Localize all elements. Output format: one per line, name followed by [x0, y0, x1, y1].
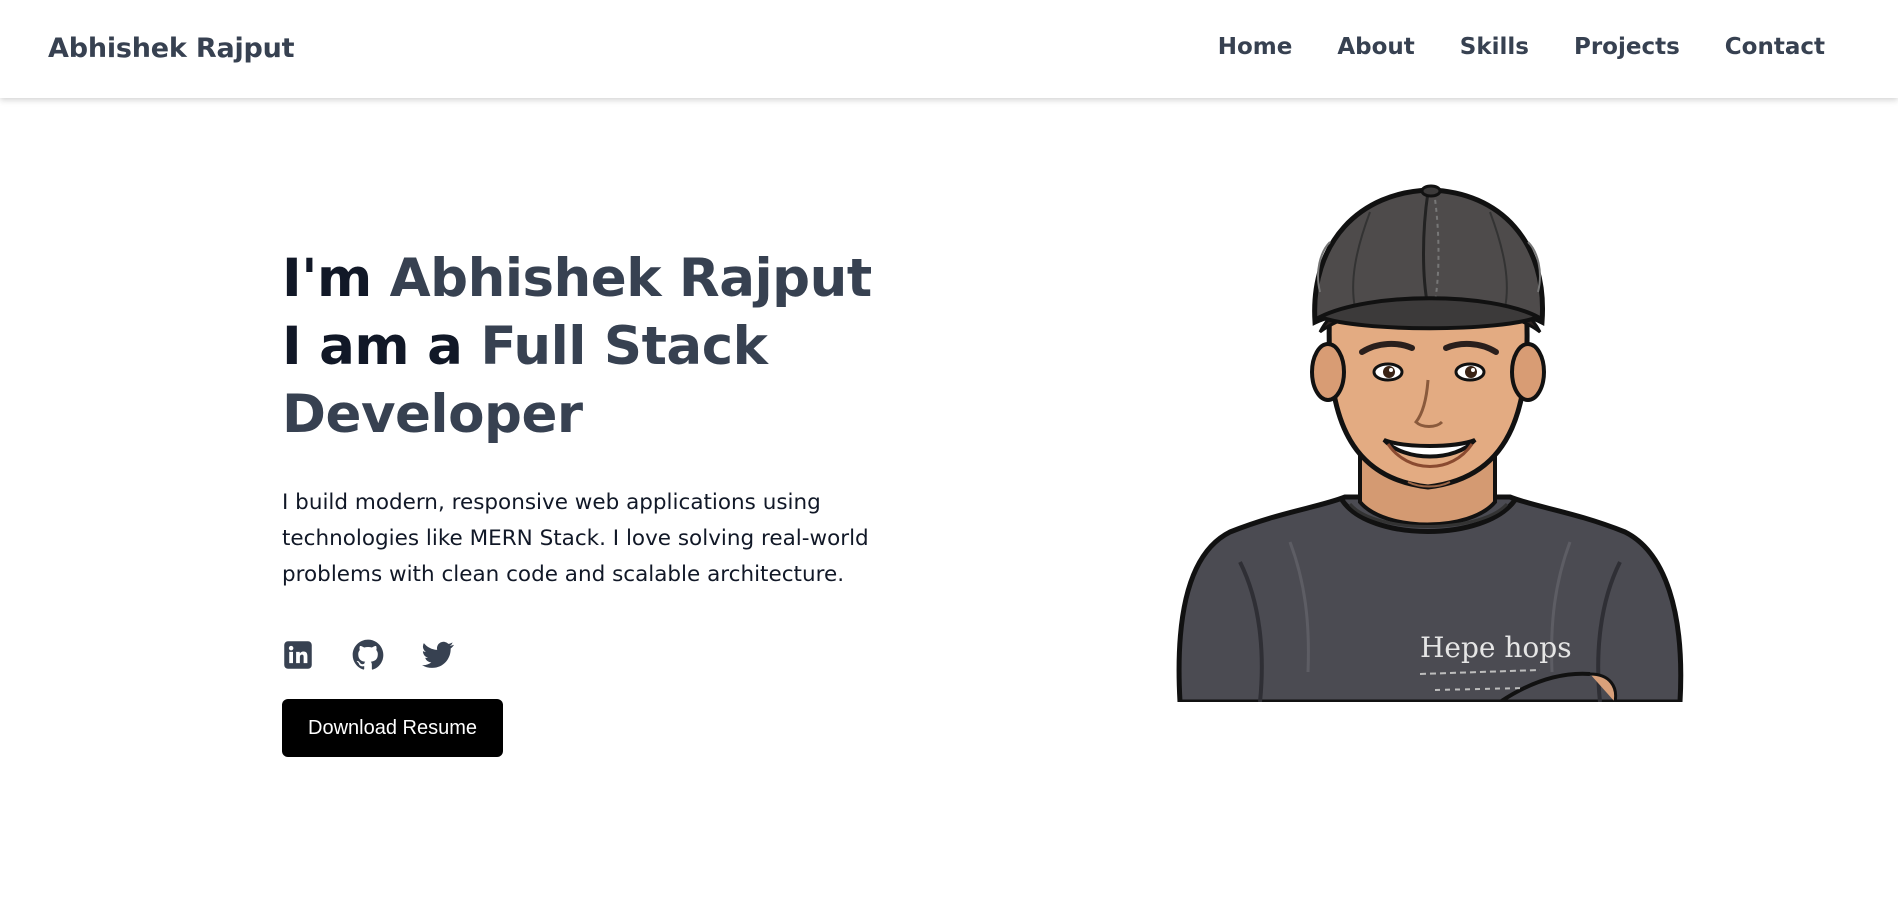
- hero-section: I'm Abhishek Rajput I am a Full Stack De…: [282, 245, 962, 757]
- brand-logo[interactable]: Abhishek Rajput: [48, 33, 295, 64]
- github-icon: [352, 639, 384, 670]
- navbar: Abhishek Rajput Home About Skills Projec…: [0, 0, 1898, 98]
- nav-link-skills[interactable]: Skills: [1460, 34, 1529, 60]
- avatar-svg: Hepe hops: [1176, 184, 1684, 702]
- social-links: [282, 639, 962, 671]
- nav-link-home[interactable]: Home: [1218, 34, 1293, 60]
- headline-name: Abhishek Rajput: [389, 248, 873, 309]
- avatar-illustration: Hepe hops: [1170, 182, 1690, 702]
- avatar-shirt-text: Hepe hops: [1420, 631, 1572, 664]
- nav-link-about[interactable]: About: [1337, 34, 1414, 60]
- twitter-icon: [422, 641, 454, 668]
- nav-link-contact[interactable]: Contact: [1725, 34, 1825, 60]
- github-link[interactable]: [352, 639, 384, 671]
- nav-link-projects[interactable]: Projects: [1574, 34, 1680, 60]
- hero-bio: I build modern, responsive web applicati…: [282, 490, 869, 587]
- download-resume-button[interactable]: Download Resume: [282, 699, 503, 757]
- hero-headline: I'm Abhishek Rajput I am a Full Stack De…: [282, 245, 962, 449]
- linkedin-icon: [284, 641, 312, 669]
- headline-im: I'm: [282, 248, 372, 309]
- twitter-link[interactable]: [422, 639, 454, 671]
- headline-iama: I am a: [282, 316, 463, 377]
- nav-links: Home About Skills Projects Contact: [1218, 34, 1825, 60]
- linkedin-link[interactable]: [282, 639, 314, 671]
